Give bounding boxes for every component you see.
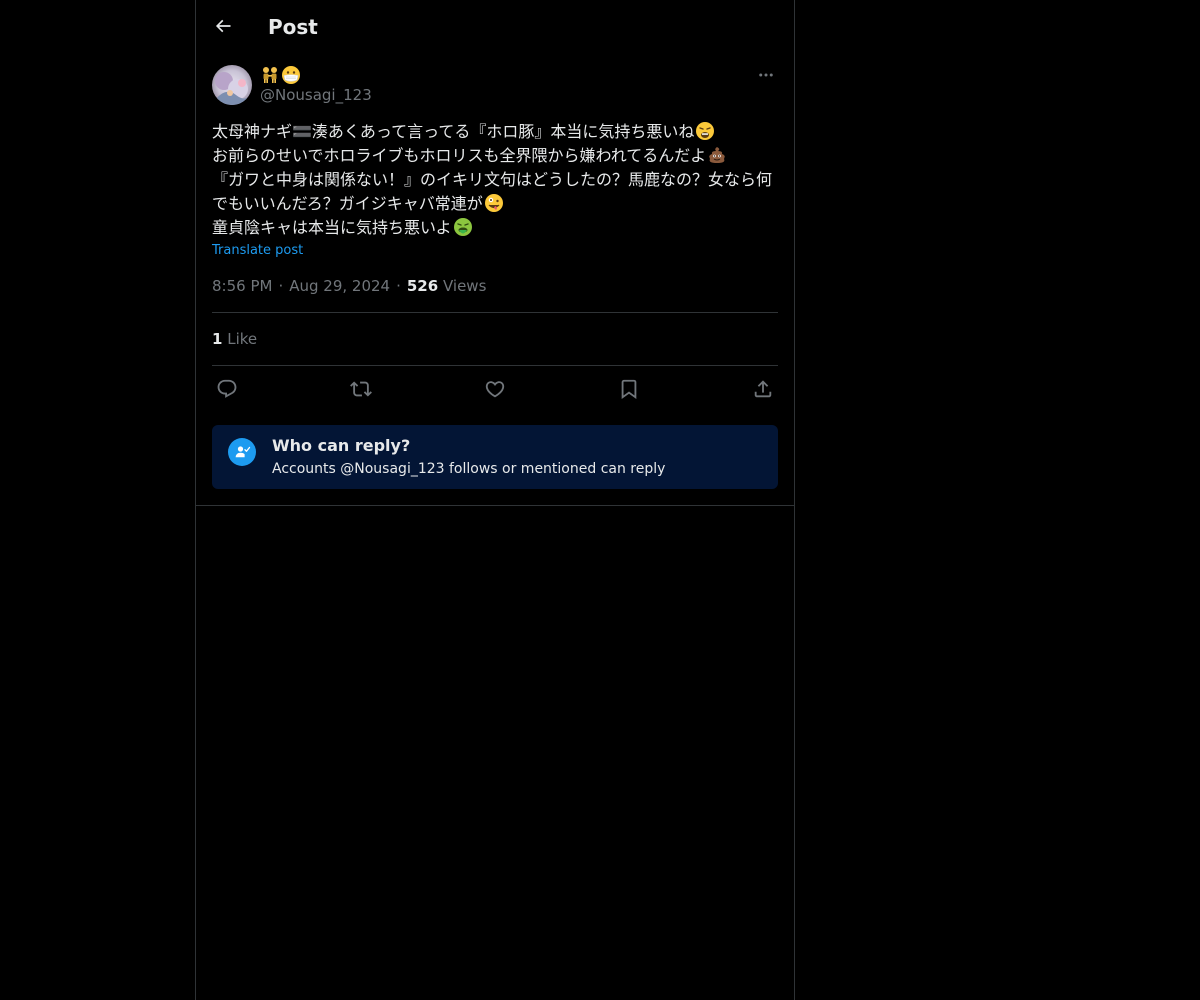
views-count: 526 [406, 277, 439, 295]
vomiting-face-emoji [453, 218, 472, 236]
post-text: 太母神ナギ🟰湊あくあって言ってる『ホロ豚』本当に気持ち悪いね お前らのせいでホロ… [212, 120, 778, 240]
post-time[interactable]: 8:56 PM [212, 277, 272, 295]
likes-row[interactable]: 1 Like [212, 329, 257, 349]
header: Post [196, 0, 794, 53]
bookmark-button[interactable] [617, 377, 641, 401]
zany-face-emoji [484, 194, 503, 212]
post-date[interactable]: Aug 29, 2024 [289, 277, 390, 295]
reply-button[interactable] [215, 377, 239, 401]
repost-icon [350, 381, 372, 397]
avatar-image [212, 65, 252, 105]
post-text-line: 太母神ナギ🟰湊あくあって言ってる『ホロ豚』本当に気持ち悪いね [212, 120, 778, 144]
more-button[interactable] [754, 65, 778, 85]
pile-of-poo-emoji [709, 147, 725, 163]
people-holding-hands-emoji [260, 65, 280, 85]
repost-button[interactable] [349, 377, 373, 401]
likes-label: Like [227, 330, 258, 348]
post-text-line: お前らのせいでホロライブもホロリスも全界隈から嫌われてるんだよ [212, 144, 778, 168]
who-can-reply-card: Who can reply? Accounts @Nousagi_123 fol… [212, 425, 778, 489]
share-icon [754, 380, 772, 398]
meta-separator: · [278, 277, 284, 295]
post-text-line: 童貞陰キャは本当に気持ち悪いよ [212, 216, 778, 240]
post-text-line-content: お前らのせいでホロライブもホロリスも全界隈から嫌われてるんだよ [212, 146, 707, 165]
who-can-reply-description: Accounts @Nousagi_123 follows or mention… [272, 461, 666, 477]
share-button[interactable] [751, 377, 775, 401]
author-handle[interactable]: @Nousagi_123 [260, 85, 372, 105]
likes-count: 1 [212, 330, 223, 348]
divider [212, 312, 778, 313]
like-button[interactable] [483, 377, 507, 401]
main-column: Post @Nousagi_123 太母神ナギ🟰湊あくあって言ってる『ホロ豚』本… [195, 0, 795, 1000]
more-horizontal-icon [759, 73, 773, 77]
meta-separator: · [396, 277, 401, 295]
post-text-line-content: 童貞陰キャは本当に気持ち悪いよ [212, 218, 452, 237]
avatar[interactable] [212, 65, 252, 105]
back-button[interactable] [210, 13, 236, 39]
weary-face-emoji [696, 122, 715, 140]
author-info: @Nousagi_123 [260, 65, 372, 105]
face-with-medical-mask-emoji [281, 65, 301, 85]
translate-post-link[interactable]: Translate post [212, 242, 303, 260]
display-name[interactable] [260, 65, 372, 85]
arrow-left-icon [215, 19, 231, 33]
action-bar [212, 374, 778, 404]
post-text-line: 『ガワと中身は関係ない！』のイキリ文句はどうしたの？馬鹿なの？女なら何でもいいん… [212, 168, 778, 216]
bookmark-icon [621, 379, 637, 400]
divider [196, 505, 794, 506]
who-can-reply-title: Who can reply? [272, 436, 411, 455]
post-meta: 8:56 PM · Aug 29, 2024 · 526 Views [212, 276, 486, 296]
divider [212, 365, 778, 366]
reply-icon [217, 379, 237, 398]
person-check-icon [228, 438, 256, 466]
views-label: Views [442, 277, 487, 295]
post-text-line-content: 太母神ナギ🟰湊あくあって言ってる『ホロ豚』本当に気持ち悪いね [212, 122, 695, 141]
heart-icon [485, 381, 505, 398]
page-title: Post [268, 15, 318, 39]
